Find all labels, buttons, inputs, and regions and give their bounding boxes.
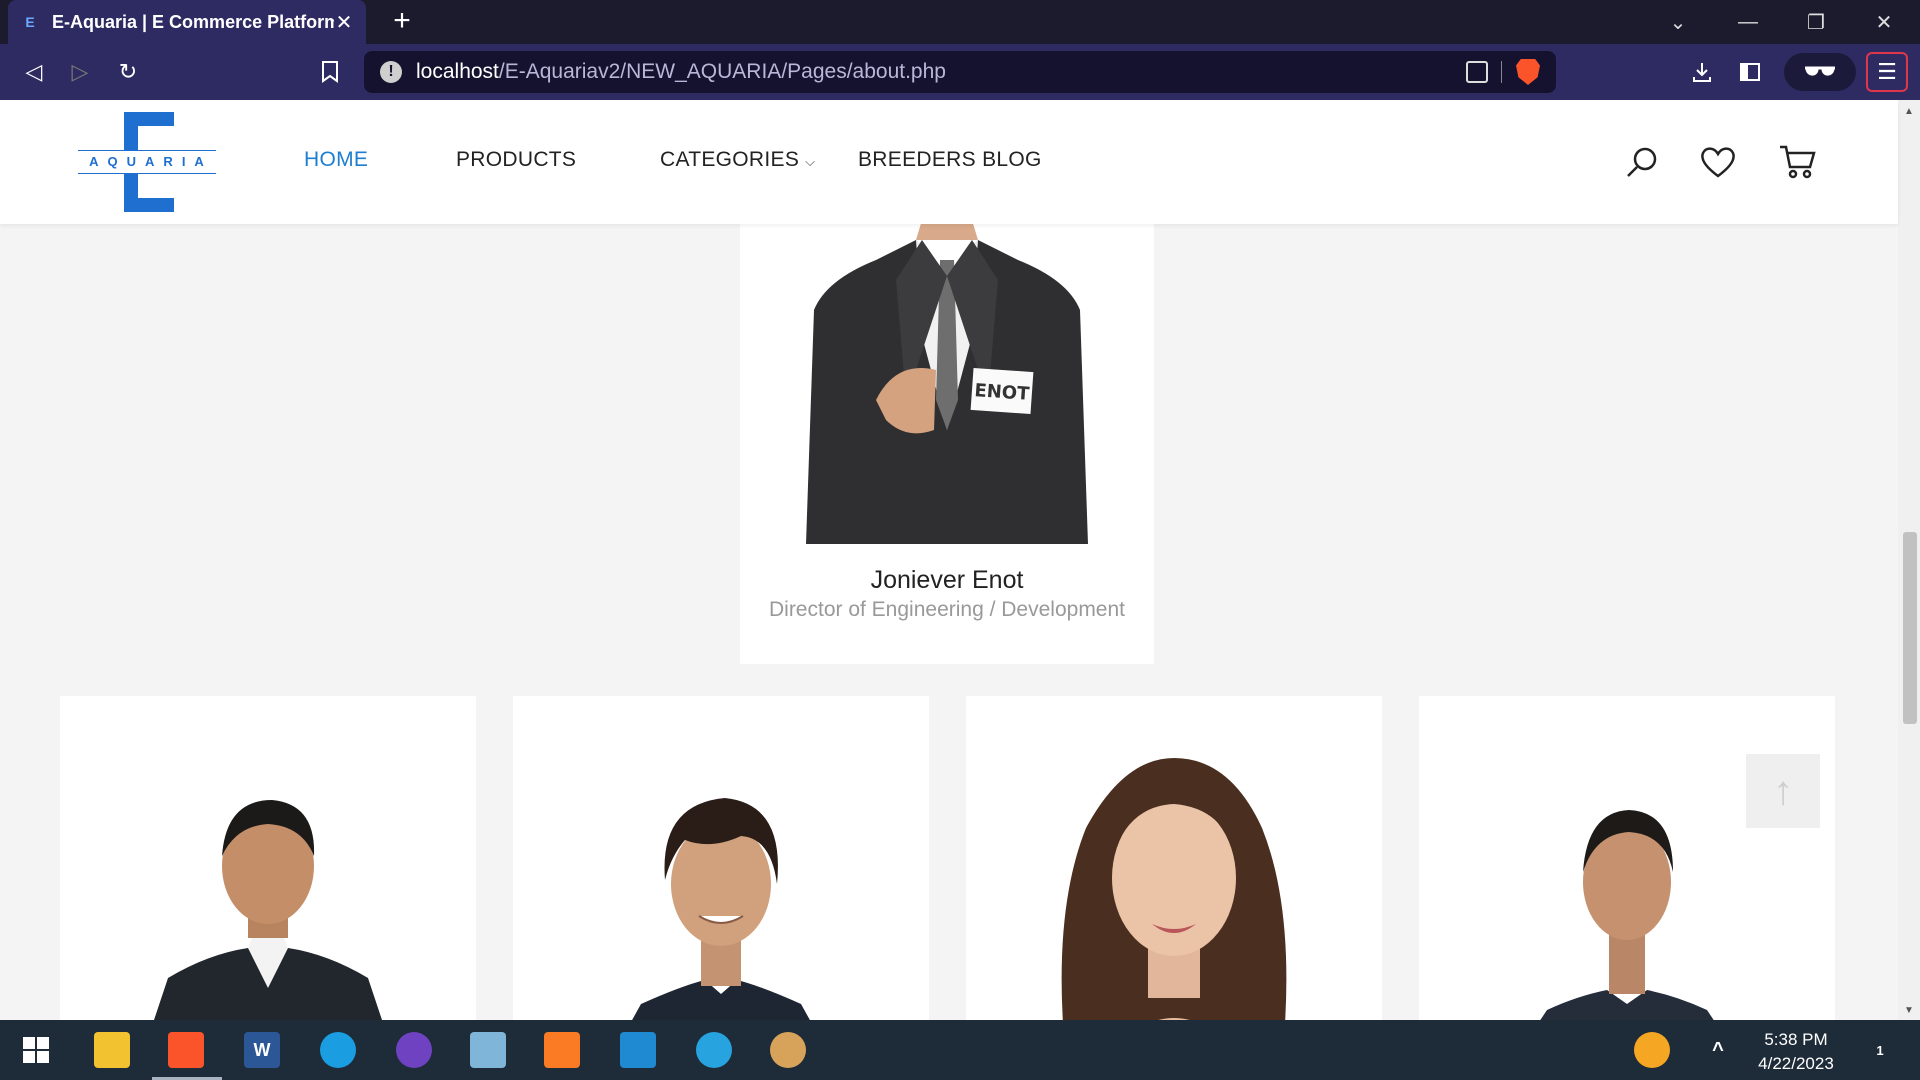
edge-dev-icon[interactable]	[696, 1032, 732, 1068]
word-icon[interactable]: W	[244, 1032, 280, 1068]
reload-button[interactable]: ↻	[110, 54, 146, 90]
sidebar-icon	[1740, 63, 1760, 81]
sidebar-button[interactable]	[1732, 54, 1768, 90]
system-clock[interactable]: 5:38 PM 4/22/2023	[1736, 1028, 1856, 1076]
cart-icon	[1780, 145, 1816, 179]
team-card-4	[1419, 696, 1835, 1020]
notepad-icon[interactable]	[470, 1032, 506, 1068]
tab-close-icon[interactable]: ✕	[334, 10, 354, 35]
nav-breeders-blog[interactable]: BREEDERS BLOG	[858, 148, 1042, 172]
file-explorer-icon[interactable]	[94, 1032, 130, 1068]
brave-taskbar-icon[interactable]	[168, 1032, 204, 1068]
nav-home[interactable]: HOME	[304, 148, 368, 172]
search-button[interactable]	[1622, 142, 1662, 182]
bookmark-icon	[322, 61, 338, 83]
brave-shields-icon[interactable]	[1516, 59, 1540, 85]
back-button[interactable]: ◁	[16, 54, 52, 90]
notification-count: 1	[1876, 1042, 1884, 1058]
site-header: AQUARIA HOME PRODUCTS CATEGORIES ⌵ BREEDE…	[0, 100, 1898, 224]
download-icon	[1693, 63, 1711, 82]
team-card-2	[513, 696, 929, 1020]
nav-categories[interactable]: CATEGORIES ⌵	[660, 148, 815, 172]
tab-search-chevron-icon[interactable]: ⌄	[1648, 0, 1708, 44]
team-photo-4	[1540, 810, 1714, 1020]
team-member-role: Director of Engineering / Development	[768, 598, 1125, 621]
chevron-down-icon: ⌵	[805, 154, 816, 169]
clock-date: 4/22/2023	[1758, 1054, 1834, 1073]
scrollbar-thumb[interactable]	[1903, 532, 1917, 724]
wishlist-button[interactable]	[1698, 142, 1738, 182]
aquaria-favicon-icon: E	[25, 14, 35, 30]
page-viewport: AQUARIA HOME PRODUCTS CATEGORIES ⌵ BREEDE…	[0, 100, 1920, 1020]
tray-chevron-up-icon[interactable]: ^	[1700, 1032, 1736, 1068]
team-member-name: Joniever Enot	[870, 566, 1024, 594]
tab-title: E-Aquaria | E Commerce Platform	[52, 11, 334, 32]
weather-icon[interactable]	[1634, 1032, 1670, 1068]
bookmark-button[interactable]	[312, 54, 348, 90]
qr-code-icon[interactable]	[1466, 61, 1488, 83]
xampp-icon[interactable]	[544, 1032, 580, 1068]
browser-tab[interactable]: E E-Aquaria | E Commerce Platform ✕	[8, 0, 366, 44]
close-window-button[interactable]: ✕	[1854, 0, 1914, 44]
search-icon	[1627, 147, 1657, 177]
edge-icon[interactable]	[320, 1032, 356, 1068]
logo-text: AQUARIA	[78, 150, 216, 174]
logo-e-bottom-bar	[124, 198, 174, 212]
site-info-icon[interactable]: !	[380, 61, 402, 83]
restore-button[interactable]: ❐	[1786, 0, 1846, 44]
page-scrollbar[interactable]: ▲ ▼	[1898, 100, 1920, 1020]
nav-products[interactable]: PRODUCTS	[456, 148, 576, 172]
site-logo[interactable]: AQUARIA	[78, 112, 216, 212]
team-card-1	[60, 696, 476, 1020]
team-photo-2	[632, 798, 810, 1020]
scroll-up-icon[interactable]: ▲	[1904, 106, 1914, 117]
nav-categories-label: CATEGORIES	[660, 148, 800, 171]
new-tab-button[interactable]: +	[386, 6, 418, 38]
paint-icon[interactable]	[770, 1032, 806, 1068]
url-host: localhost	[416, 60, 499, 83]
url-path: /E-Aquariav2/NEW_AQUARIA/Pages/about.php	[498, 60, 946, 83]
notification-icon[interactable]: 1	[1862, 1032, 1898, 1068]
browser-tabbar: E E-Aquaria | E Commerce Platform ✕ + ⌄ …	[0, 0, 1920, 44]
private-glasses-button[interactable]	[1784, 53, 1856, 91]
clock-time: 5:38 PM	[1764, 1030, 1828, 1049]
team-photo-1	[154, 800, 382, 1020]
github-desktop-icon[interactable]	[396, 1032, 432, 1068]
windows-logo-icon	[23, 1037, 49, 1063]
logo-e-top-bar	[124, 112, 174, 126]
forward-button[interactable]: ▷	[62, 54, 98, 90]
url-separator	[1501, 61, 1502, 83]
scroll-down-icon[interactable]: ▼	[1904, 1005, 1914, 1016]
windows-start-icon[interactable]	[18, 1032, 54, 1068]
glasses-icon	[1805, 66, 1835, 76]
team-card-3	[966, 696, 1382, 1020]
windows-taskbar: W ^ 5:38 PM 4/22/2023 1	[0, 1020, 1920, 1080]
vscode-icon[interactable]	[620, 1032, 656, 1068]
team-photo-3	[1061, 758, 1287, 1020]
downloads-button[interactable]	[1684, 54, 1720, 90]
browser-menu-button[interactable]: ☰	[1866, 52, 1908, 92]
badge-text: ENOT	[974, 380, 1031, 405]
back-to-top-button[interactable]: ↑	[1746, 754, 1820, 828]
address-bar[interactable]: ! localhost/E-Aquariav2/NEW_AQUARIA/Page…	[364, 51, 1556, 93]
minimize-button[interactable]: —	[1718, 0, 1778, 44]
heart-icon	[1701, 147, 1735, 178]
cart-button[interactable]	[1778, 142, 1818, 182]
browser-toolbar: ◁ ▷ ↻ ! localhost/E-Aquariav2/NEW_AQUARI…	[0, 44, 1920, 100]
